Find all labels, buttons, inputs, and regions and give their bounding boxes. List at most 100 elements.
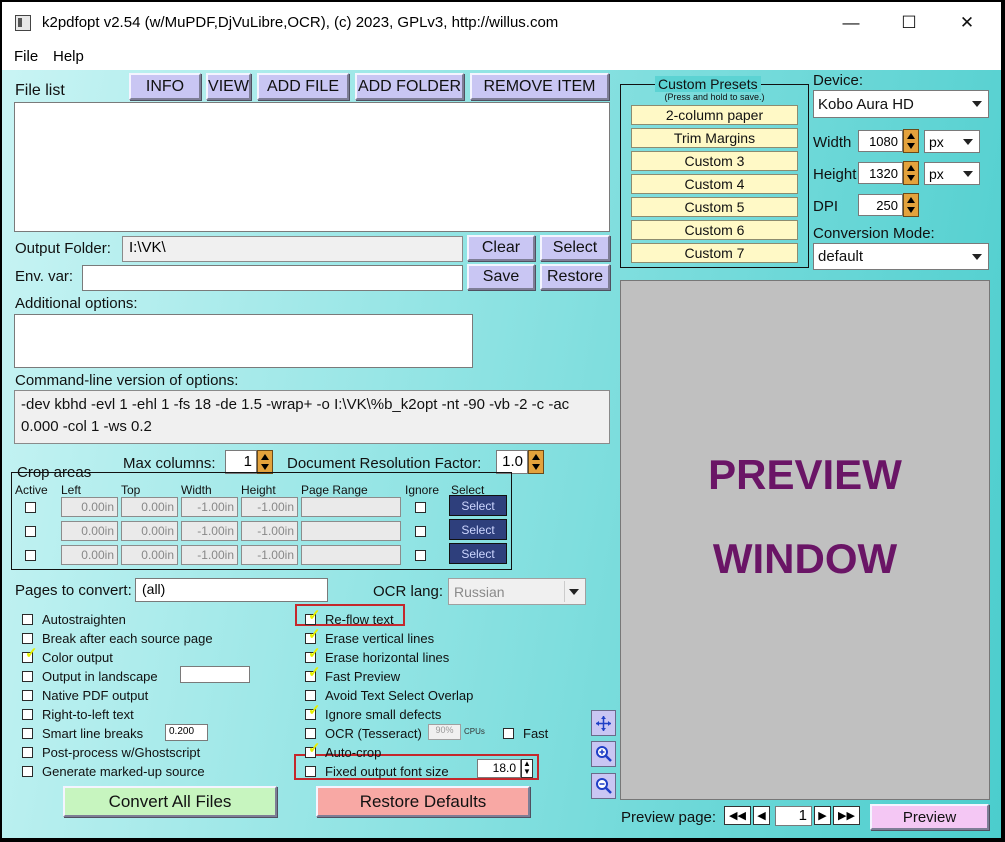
crop-left-field[interactable]: 0.00in — [61, 545, 118, 565]
last-page-icon[interactable]: ▶▶ — [833, 806, 860, 825]
fixed-font-size-checkbox[interactable] — [305, 766, 316, 777]
output-landscape-checkbox[interactable] — [22, 671, 33, 682]
preview-window[interactable]: PREVIEW WINDOW — [620, 280, 990, 800]
right-to-left-checkbox[interactable] — [22, 709, 33, 720]
ocr-lang-dropdown[interactable]: Russian — [448, 578, 586, 605]
font-size-spinner-icon[interactable]: ▲ ▼ — [521, 759, 533, 778]
crop-select-button[interactable]: Select — [449, 543, 507, 564]
autostraighten-checkbox[interactable] — [22, 614, 33, 625]
crop-ignore-checkbox[interactable] — [415, 502, 426, 513]
page-number-field[interactable]: 1 — [775, 806, 812, 826]
landscape-field[interactable] — [180, 666, 250, 683]
pages-to-convert-field[interactable]: (all) — [135, 578, 328, 602]
restore-button[interactable]: Restore — [540, 264, 610, 290]
smart-line-breaks-checkbox[interactable] — [22, 728, 33, 739]
add-file-button[interactable]: ADD FILE — [257, 73, 349, 100]
crop-width-field[interactable]: -1.00in — [181, 545, 238, 565]
native-pdf-checkbox[interactable] — [22, 690, 33, 701]
max-columns-spinner-icon[interactable] — [257, 450, 273, 474]
crop-range-field[interactable] — [301, 545, 401, 565]
convert-all-button[interactable]: Convert All Files — [63, 786, 277, 817]
post-process-checkbox[interactable] — [22, 747, 33, 758]
preset-button[interactable]: Custom 5 — [631, 197, 798, 217]
crop-select-button[interactable]: Select — [449, 495, 507, 516]
crop-height-field[interactable]: -1.00in — [241, 521, 298, 541]
width-field[interactable]: 1080 — [858, 130, 903, 152]
ocr-fast-checkbox[interactable] — [503, 728, 514, 739]
prev-page-icon[interactable]: ◀ — [753, 806, 770, 825]
doc-resolution-field[interactable]: 1.0 — [496, 450, 528, 474]
preset-button[interactable]: Custom 4 — [631, 174, 798, 194]
remove-item-button[interactable]: REMOVE ITEM — [470, 73, 609, 100]
reflow-checkbox[interactable]: ✓ — [305, 608, 321, 625]
ocr-cpus-field[interactable]: 90% — [428, 724, 461, 740]
device-dropdown[interactable]: Kobo Aura HD — [813, 90, 989, 118]
preset-button[interactable]: 2-column paper — [631, 105, 798, 125]
close-button[interactable]: ✕ — [938, 2, 996, 44]
save-button[interactable]: Save — [467, 264, 535, 290]
crop-range-field[interactable] — [301, 521, 401, 541]
avoid-overlap-checkbox[interactable] — [305, 690, 316, 701]
conversion-mode-dropdown[interactable]: default — [813, 243, 989, 270]
additional-options-field[interactable] — [14, 314, 473, 368]
width-spinner-icon[interactable] — [903, 129, 919, 153]
crop-top-field[interactable]: 0.00in — [121, 545, 178, 565]
zoom-in-icon[interactable] — [591, 741, 616, 767]
clear-button[interactable]: Clear — [467, 235, 535, 261]
height-field[interactable]: 1320 — [858, 162, 903, 184]
select-folder-button[interactable]: Select — [540, 235, 610, 261]
fast-preview-checkbox[interactable]: ✓ — [305, 665, 321, 682]
add-folder-button[interactable]: ADD FOLDER — [355, 73, 464, 100]
minimize-button[interactable]: — — [822, 2, 880, 44]
crop-height-field[interactable]: -1.00in — [241, 497, 298, 517]
move-icon[interactable] — [591, 710, 616, 736]
fixed-font-size-field[interactable]: 18.0 — [477, 759, 521, 778]
crop-range-field[interactable] — [301, 497, 401, 517]
next-page-icon[interactable]: ▶ — [814, 806, 831, 825]
crop-width-field[interactable]: -1.00in — [181, 497, 238, 517]
crop-active-checkbox[interactable] — [25, 502, 36, 513]
preset-button[interactable]: Custom 3 — [631, 151, 798, 171]
marked-up-source-checkbox[interactable] — [22, 766, 33, 777]
file-list-box[interactable] — [14, 102, 610, 232]
view-button[interactable]: VIEW — [206, 73, 251, 100]
max-columns-field[interactable]: 1 — [225, 450, 257, 474]
crop-width-field[interactable]: -1.00in — [181, 521, 238, 541]
menu-file[interactable]: File — [14, 48, 38, 65]
crop-left-field[interactable]: 0.00in — [61, 521, 118, 541]
crop-left-field[interactable]: 0.00in — [61, 497, 118, 517]
smart-line-breaks-field[interactable]: 0.200 — [165, 724, 208, 741]
restore-defaults-button[interactable]: Restore Defaults — [316, 786, 530, 817]
crop-active-checkbox[interactable] — [25, 550, 36, 561]
output-folder-field[interactable]: I:\VK\ — [122, 236, 463, 262]
preview-button[interactable]: Preview — [870, 804, 989, 830]
dpi-spinner-icon[interactable] — [903, 193, 919, 217]
env-var-field[interactable] — [82, 265, 463, 291]
first-page-icon[interactable]: ◀◀ — [724, 806, 751, 825]
ignore-defects-checkbox[interactable]: ✓ — [305, 703, 321, 720]
crop-ignore-checkbox[interactable] — [415, 526, 426, 537]
dpi-field[interactable]: 250 — [858, 194, 903, 216]
erase-vertical-checkbox[interactable]: ✓ — [305, 627, 321, 644]
preset-button[interactable]: Custom 6 — [631, 220, 798, 240]
height-spinner-icon[interactable] — [903, 161, 919, 185]
maximize-button[interactable]: ☐ — [880, 2, 938, 44]
crop-height-field[interactable]: -1.00in — [241, 545, 298, 565]
doc-resolution-spinner-icon[interactable] — [528, 450, 544, 474]
width-unit-dropdown[interactable]: px — [924, 130, 980, 153]
info-button[interactable]: INFO — [129, 73, 201, 100]
color-output-checkbox[interactable]: ✓ — [22, 646, 38, 663]
erase-horizontal-checkbox[interactable]: ✓ — [305, 646, 321, 663]
preset-button[interactable]: Custom 7 — [631, 243, 798, 263]
auto-crop-checkbox[interactable]: ✓ — [305, 741, 321, 758]
crop-active-checkbox[interactable] — [25, 526, 36, 537]
crop-top-field[interactable]: 0.00in — [121, 521, 178, 541]
menu-help[interactable]: Help — [53, 48, 84, 65]
crop-top-field[interactable]: 0.00in — [121, 497, 178, 517]
crop-select-button[interactable]: Select — [449, 519, 507, 540]
height-unit-dropdown[interactable]: px — [924, 162, 980, 185]
crop-ignore-checkbox[interactable] — [415, 550, 426, 561]
break-after-page-checkbox[interactable] — [22, 633, 33, 644]
preset-button[interactable]: Trim Margins — [631, 128, 798, 148]
zoom-out-icon[interactable] — [591, 773, 616, 799]
